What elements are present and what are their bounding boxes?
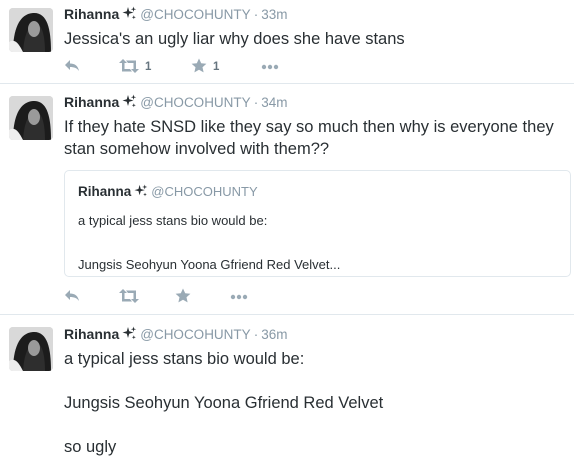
author-name[interactable]: Rihanna	[64, 326, 119, 342]
avatar[interactable]	[9, 96, 53, 140]
retweet-icon	[119, 288, 139, 306]
avatar[interactable]	[9, 8, 53, 52]
reply-icon	[64, 289, 80, 306]
tweet-header: Rihanna @CHOCOHUNTY · 33m	[64, 5, 566, 23]
tweet-text: a typical jess stans bio would be: Jungs…	[64, 350, 384, 456]
reply-icon	[64, 59, 80, 76]
retweet-icon	[119, 58, 139, 76]
tweet[interactable]: Rihanna @CHOCOHUNTY · 34m If they hate SNSD…	[0, 84, 574, 315]
author-handle[interactable]: @CHOCOHUNTY	[140, 7, 250, 22]
more-icon	[261, 61, 279, 73]
author-name[interactable]: Rihanna	[64, 94, 119, 110]
star-icon	[175, 288, 191, 306]
tweet-timestamp[interactable]: 36m	[261, 327, 287, 342]
tweet-timestamp[interactable]: 34m	[261, 95, 287, 110]
tweet-header: Rihanna @CHOCOHUNTY · 36m	[64, 325, 566, 343]
tweet-text: If they hate SNSD like they say so much …	[64, 118, 559, 158]
like-button[interactable]: 1	[191, 57, 219, 77]
quoted-author-name: Rihanna	[78, 184, 132, 199]
tweet[interactable]: Rihanna @CHOCOHUNTY · 36m a typical jess st…	[0, 316, 574, 463]
quoted-author-handle: @CHOCOHUNTY	[151, 184, 258, 199]
like-button[interactable]	[175, 287, 191, 307]
author-handle[interactable]: @CHOCOHUNTY	[140, 327, 250, 342]
retweet-button[interactable]: 1	[119, 57, 151, 77]
retweet-button[interactable]	[119, 287, 139, 307]
avatar-image	[9, 8, 53, 52]
separator-dot: ·	[253, 7, 259, 22]
tweet[interactable]: Rihanna @CHOCOHUNTY · 33m Jessica's an ugly…	[0, 0, 574, 84]
reply-button[interactable]	[64, 287, 80, 307]
more-button[interactable]	[261, 57, 279, 77]
avatar-image	[9, 327, 53, 371]
avatar-image	[9, 96, 53, 140]
author-handle[interactable]: @CHOCOHUNTY	[140, 95, 250, 110]
separator-dot: ·	[253, 327, 259, 342]
like-count: 1	[213, 61, 220, 73]
separator-dot: ·	[253, 95, 259, 110]
retweet-count: 1	[145, 61, 152, 73]
tweet-timestamp[interactable]: 33m	[261, 7, 287, 22]
star-icon	[191, 58, 207, 76]
tweet-header: Rihanna @CHOCOHUNTY · 34m	[64, 93, 566, 111]
reply-button[interactable]	[64, 57, 80, 77]
sparkle-icon	[134, 184, 148, 203]
quoted-tweet[interactable]: Rihanna @CHOCOHUNTY a typical jess stans …	[64, 170, 571, 277]
sparkle-icon	[122, 94, 137, 113]
sparkle-icon	[122, 326, 137, 345]
quoted-tweet-text: a typical jess stans bio would be: Jungs…	[78, 213, 341, 272]
sparkle-icon	[122, 6, 137, 25]
more-icon	[230, 291, 248, 303]
author-name[interactable]: Rihanna	[64, 6, 119, 22]
quoted-tweet-header: Rihanna @CHOCOHUNTY	[78, 183, 258, 201]
avatar[interactable]	[9, 327, 53, 371]
tweet-text: Jessica's an ugly liar why does she have…	[64, 30, 405, 48]
more-button[interactable]	[230, 287, 248, 307]
